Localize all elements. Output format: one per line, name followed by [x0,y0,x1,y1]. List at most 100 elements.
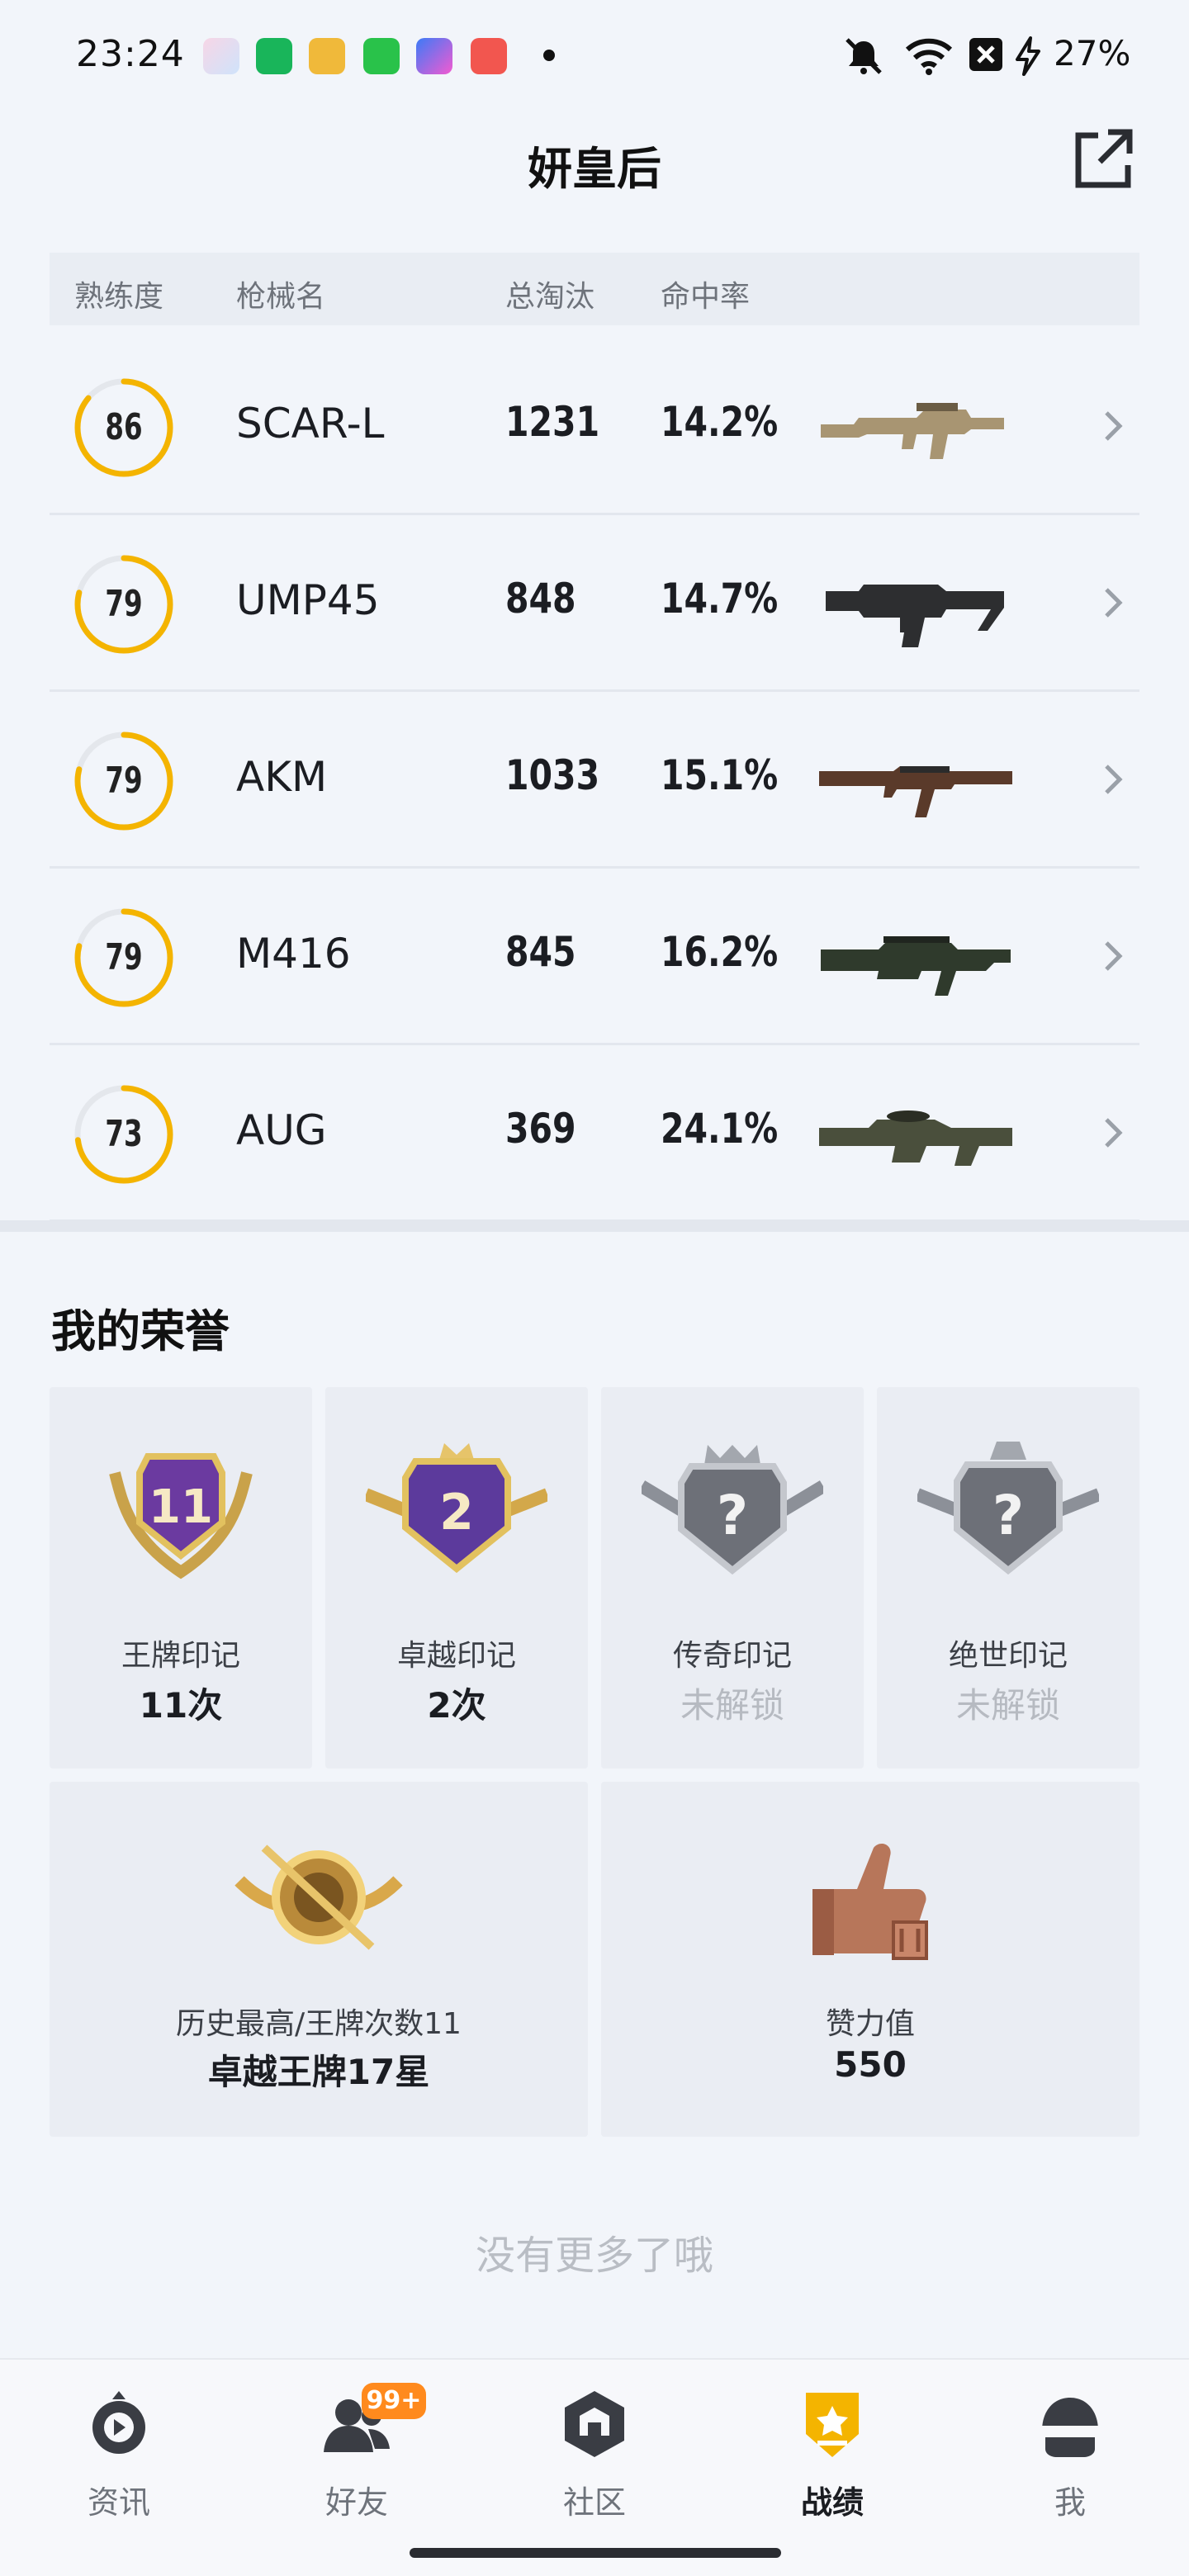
news-icon [92,2391,145,2454]
proficiency-value: 86 [105,406,143,448]
excellence-mark-badge-icon: 2 [366,1443,547,1574]
legend-mark-badge-icon: ? [642,1445,823,1575]
peerless-mark-label: 绝世印记 [948,1639,1068,1673]
nav-news-label: 资讯 [87,2484,150,2521]
page-title: 妍皇后 [528,143,661,195]
charging-icon [1016,36,1040,76]
section-divider [0,1220,1189,1232]
peerless-mark-badge-icon: ? [917,1442,1099,1575]
ace-mark-badge-icon: 11 [109,1453,253,1579]
proficiency-value: 79 [105,936,143,978]
bottom-nav: 资讯 99+ 好友 社区 战绩 我 [0,2358,1189,2576]
weapon-kills: 1231 [505,398,600,446]
legend-mark-label: 传奇印记 [672,1639,792,1673]
weapon-table-header: 熟练度 枪械名 总淘汰 命中率 [50,253,1139,325]
app-grid-icon [363,38,400,74]
weapon-name: SCAR-L [236,400,385,447]
weapon-accuracy: 14.2% [661,398,779,446]
weapon-kills: 1033 [505,751,600,799]
nav-record[interactable]: 战绩 [750,2383,915,2531]
app-shield-icon [256,38,292,74]
weapon-row[interactable]: 86 SCAR-L 1231 14.2% [50,339,1139,515]
scar-l-rifle-icon [821,403,1004,459]
excellence-mark-badge-text: 2 [439,1484,474,1541]
sim-x-icon [969,38,1002,71]
col-proficiency: 熟练度 [74,280,164,314]
record-icon [806,2393,859,2457]
col-accuracy: 命中率 [661,280,751,314]
legend-mark-value: 未解锁 [680,1685,784,1726]
app-video-icon [471,38,507,74]
proficiency-value: 73 [105,1113,143,1155]
col-total-kills: 总淘汰 [505,280,595,314]
nav-profile-label: 我 [1054,2484,1086,2521]
likes-label: 赞力值 [825,2007,915,2041]
share-external-icon[interactable] [1070,125,1136,192]
chevron-right-icon [1105,588,1123,618]
akm-rifle-icon [819,766,1012,817]
notification-dot [543,50,555,61]
home-indicator [410,2548,781,2558]
ace-mark-label: 王牌印记 [121,1639,240,1673]
weapon-name: AKM [236,753,328,801]
thumbs-up-trophy-icon [812,1844,928,1960]
battery-percent: 27% [1054,33,1131,73]
likes-card[interactable]: 赞力值 550 [601,1782,1139,2137]
weapon-kills: 369 [505,1105,576,1153]
highest-rank-card[interactable]: 历史最高/王牌次数11 卓越王牌17星 [50,1782,588,2137]
chevron-right-icon [1105,765,1123,794]
excellence-mark-label: 卓越印记 [396,1639,516,1673]
highest-rank-value: 卓越王牌17星 [207,2052,430,2092]
nav-news[interactable]: 资讯 [36,2383,201,2531]
no-more-text: 没有更多了哦 [475,2233,713,2279]
nav-profile[interactable]: 我 [988,2383,1153,2531]
chevron-right-icon [1105,411,1123,441]
weapon-row[interactable]: 79 M416 845 16.2% [50,869,1139,1045]
ace-mark-value: 11次 [139,1685,223,1726]
weapon-accuracy: 14.7% [661,575,779,623]
community-icon [565,2391,624,2457]
app-target-icon [309,38,345,74]
chevron-right-icon [1105,1118,1123,1148]
weapon-name: UMP45 [236,576,380,624]
weapon-name: M416 [236,930,351,978]
excellence-mark-value: 2次 [427,1685,486,1726]
legend-mark-badge-text: ? [717,1484,748,1547]
chevron-right-icon [1105,941,1123,971]
nav-friends-label: 好友 [324,2484,388,2521]
m416-rifle-icon [821,936,1011,996]
friends-count-badge: 99+ [362,2383,426,2419]
weapon-row[interactable]: 79 AKM 1033 15.1% [50,692,1139,869]
aug-rifle-icon [819,1110,1012,1166]
nav-friends[interactable]: 99+ 好友 [274,2383,439,2531]
nav-record-label: 战绩 [800,2484,864,2521]
peerless-mark-card[interactable]: ? 绝世印记 未解锁 [877,1387,1139,1769]
wifi-icon [905,38,953,75]
nav-community-label: 社区 [562,2484,626,2521]
status-time: 23:24 [76,33,185,75]
weapon-accuracy: 24.1% [661,1105,779,1153]
ace-mark-card[interactable]: 11 王牌印记 11次 [50,1387,312,1769]
status-bar: 23:24 27% [0,0,1189,112]
ace-mark-badge-text: 11 [149,1480,213,1534]
honors-title: 我的荣誉 [51,1305,230,1357]
excellence-mark-card[interactable]: 2 卓越印记 2次 [325,1387,588,1769]
weapon-kills: 845 [505,928,576,976]
conqueror-rank-badge-icon [234,1844,403,1950]
legend-mark-card[interactable]: ? 传奇印记 未解锁 [601,1387,864,1769]
highest-rank-label: 历史最高/王牌次数11 [176,2007,462,2041]
weapon-accuracy: 15.1% [661,751,779,799]
weapon-row[interactable]: 73 AUG 369 24.1% [50,1045,1139,1222]
weapon-name: AUG [236,1106,327,1154]
ump45-smg-icon [826,585,1004,647]
nav-community[interactable]: 社区 [512,2383,677,2531]
proficiency-value: 79 [105,583,143,625]
peerless-mark-value: 未解锁 [955,1685,1060,1726]
app-photos-icon [203,38,239,74]
peerless-mark-badge-text: ? [992,1484,1024,1547]
profile-helmet-icon [1042,2398,1098,2457]
weapon-row[interactable]: 79 UMP45 848 14.7% [50,515,1139,692]
col-weapon-name: 枪械名 [236,280,326,314]
app-star-icon [416,38,452,74]
weapon-kills: 848 [505,575,576,623]
